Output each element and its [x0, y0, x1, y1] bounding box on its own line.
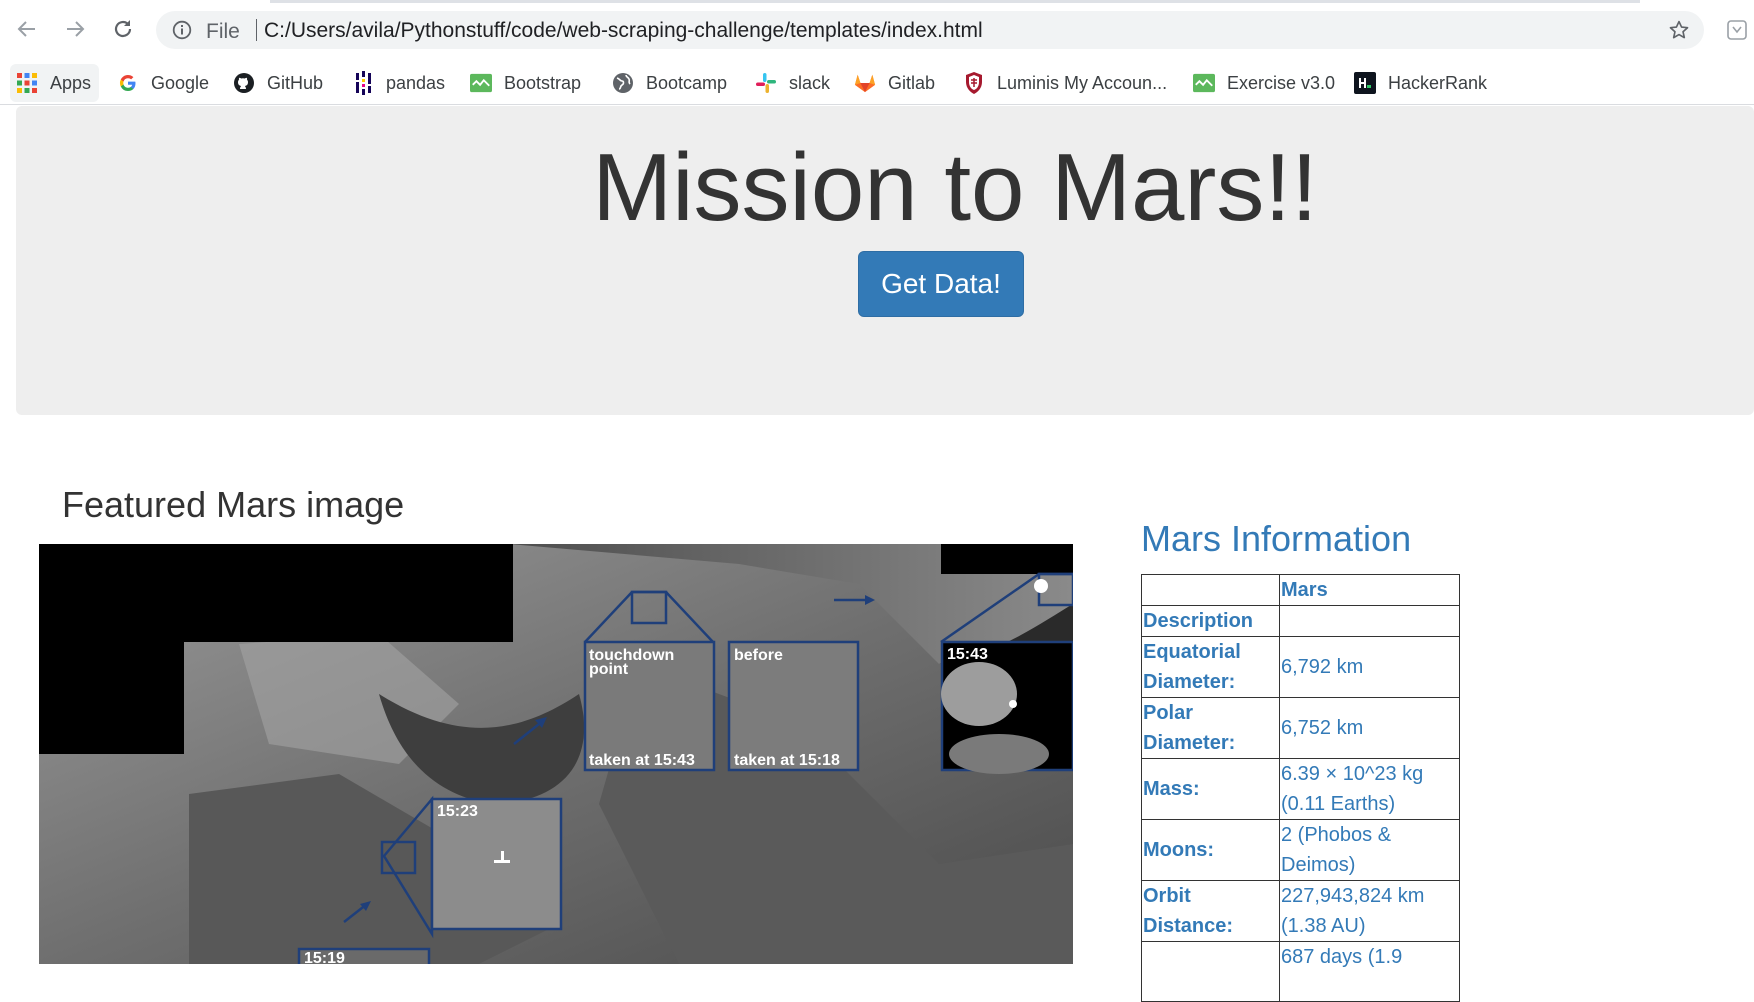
bookmark-luminis[interactable]: Luminis My Accoun...	[963, 62, 1167, 104]
apps-grid-icon	[16, 72, 38, 94]
fact-value: 687 days (1.9	[1279, 941, 1460, 1002]
slack-icon	[755, 72, 777, 94]
reload-button[interactable]	[108, 14, 138, 44]
fact-value	[1279, 605, 1460, 637]
get-data-button[interactable]: Get Data!	[858, 251, 1024, 317]
google-icon	[117, 72, 139, 94]
file-scheme-label: File	[206, 20, 240, 43]
page-title: Mission to Mars!!	[592, 134, 1318, 241]
reload-icon	[114, 20, 132, 38]
bookmark-bootstrap[interactable]: Bootstrap	[470, 62, 581, 104]
bookmark-label: GitHub	[267, 72, 324, 93]
bookmark-label: Gitlab	[888, 72, 936, 93]
bookmarks-bar: Apps Google GitHub pandas Bootstrap Boot…	[0, 62, 1754, 105]
fact-value: 227,943,824 km (1.38 AU)	[1279, 880, 1460, 942]
bookmark-label: Google	[151, 72, 210, 93]
mars-image-graphic: touchdown point taken at 15:43 before ta…	[39, 544, 1073, 964]
fact-key: Orbit Distance:	[1141, 880, 1280, 942]
table-row: Moons: 2 (Phobos & Deimos)	[1141, 819, 1460, 881]
table-header-blank	[1141, 574, 1280, 606]
bookmark-label: Apps	[50, 72, 92, 93]
hackerrank-icon	[1354, 72, 1376, 94]
table-row: Mass: 6.39 × 10^23 kg (0.11 Earths)	[1141, 758, 1460, 820]
tab-strip-edge	[270, 0, 1640, 3]
gitlab-icon	[854, 72, 876, 94]
globe-icon	[612, 72, 634, 94]
label-touchdown-line2: point	[589, 661, 629, 678]
address-separator	[256, 19, 257, 41]
browser-toolbar: File C:/Users/avila/Pythonstuff/code/web…	[0, 0, 1754, 62]
table-header-mars: Mars	[1279, 574, 1460, 606]
label-t1519: 15:19	[304, 950, 345, 964]
address-bar[interactable]: File C:/Users/avila/Pythonstuff/code/web…	[156, 11, 1704, 49]
table-row: Equatorial Diameter: 6,792 km	[1141, 636, 1460, 698]
jumbotron: Mission to Mars!! Get Data!	[16, 106, 1754, 415]
back-arrow-icon	[17, 21, 35, 37]
bookmark-label: Bootstrap	[504, 72, 582, 93]
featured-mars-image[interactable]: touchdown point taken at 15:43 before ta…	[39, 544, 1073, 964]
fact-value: 6,792 km	[1279, 636, 1460, 698]
bookmark-star-icon[interactable]	[1668, 19, 1690, 41]
fact-value: 6.39 × 10^23 kg (0.11 Earths)	[1279, 758, 1460, 820]
table-row: Polar Diameter: 6,752 km	[1141, 697, 1460, 759]
table-row: Orbit Distance: 227,943,824 km (1.38 AU)	[1141, 880, 1460, 942]
fact-value: 6,752 km	[1279, 697, 1460, 759]
fact-key	[1141, 941, 1280, 1002]
luminis-shield-icon	[963, 72, 985, 94]
fact-key: Equatorial Diameter:	[1141, 636, 1280, 698]
fact-key: Polar Diameter:	[1141, 697, 1280, 759]
bookmark-pandas[interactable]: pandas	[352, 62, 445, 104]
mars-information-title: Mars Information	[1141, 518, 1412, 559]
table-row: Description	[1141, 605, 1460, 637]
bootstrap-icon	[470, 72, 492, 94]
forward-button[interactable]	[60, 14, 90, 44]
label-taken-1518: taken at 15:18	[734, 752, 840, 769]
bookmark-label: HackerRank	[1388, 72, 1488, 93]
fact-key: Description	[1141, 605, 1280, 637]
label-before: before	[734, 647, 783, 664]
label-taken-1543: taken at 15:43	[589, 752, 695, 769]
mars-facts-table: Mars Description Equatorial Diameter: 6,…	[1141, 574, 1460, 1002]
bookmark-github[interactable]: GitHub	[233, 62, 323, 104]
pandas-icon	[352, 71, 374, 95]
bookmark-bootcamp[interactable]: Bootcamp	[612, 62, 727, 104]
bookmark-label: Exercise v3.0	[1227, 72, 1336, 93]
exercise-icon	[1193, 72, 1215, 94]
url-text[interactable]: C:/Users/avila/Pythonstuff/code/web-scra…	[264, 19, 983, 43]
forward-arrow-icon	[67, 21, 85, 37]
bookmark-google[interactable]: Google	[117, 62, 209, 104]
label-t1543: 15:43	[947, 646, 988, 663]
bookmark-gitlab[interactable]: Gitlab	[854, 62, 935, 104]
fact-key: Mass:	[1141, 758, 1280, 820]
bookmark-apps[interactable]: Apps	[10, 64, 100, 102]
table-row: 687 days (1.9	[1141, 941, 1460, 1002]
bookmark-label: Luminis My Accoun...	[997, 72, 1168, 93]
back-button[interactable]	[12, 14, 42, 44]
bookmark-label: slack	[789, 72, 831, 93]
featured-image-title: Featured Mars image	[62, 484, 405, 525]
bookmark-slack[interactable]: slack	[755, 62, 830, 104]
label-t1523: 15:23	[437, 803, 478, 820]
bookmark-hackerrank[interactable]: HackerRank	[1354, 62, 1487, 104]
table-row: Mars	[1141, 574, 1460, 606]
bookmark-label: Bootcamp	[646, 72, 728, 93]
bookmark-exercise[interactable]: Exercise v3.0	[1193, 62, 1335, 104]
bookmark-label: pandas	[386, 72, 446, 93]
extension-icon[interactable]	[1726, 19, 1748, 41]
fact-key: Moons:	[1141, 819, 1280, 881]
info-icon[interactable]	[172, 20, 192, 40]
github-icon	[233, 72, 255, 94]
fact-value: 2 (Phobos & Deimos)	[1279, 819, 1460, 881]
